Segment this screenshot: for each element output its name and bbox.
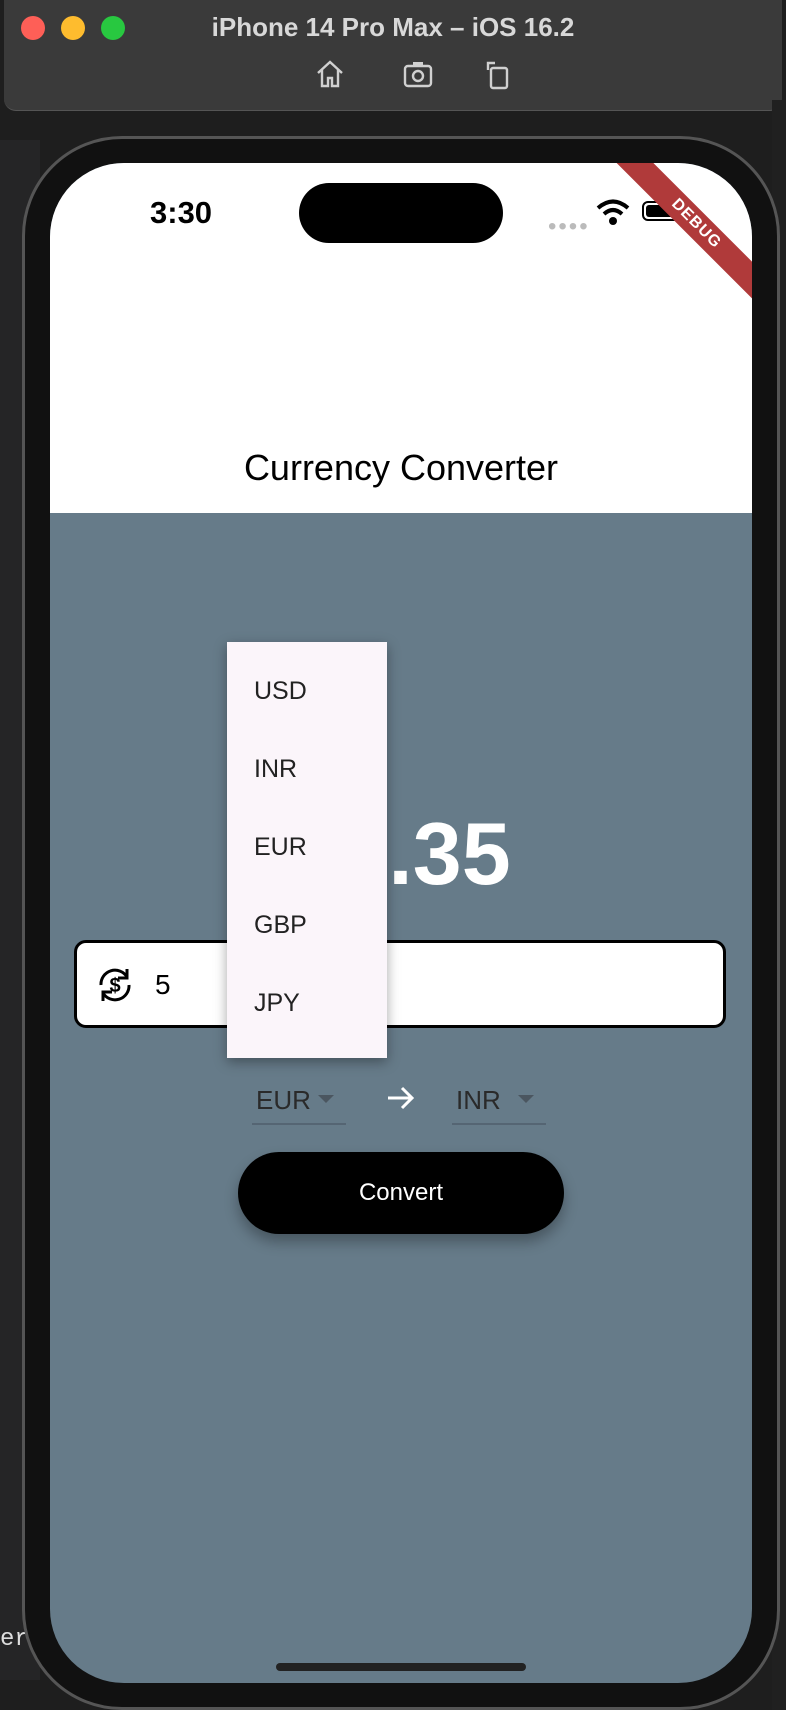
home-indicator[interactable] bbox=[276, 1663, 526, 1671]
cellular-signal-icon: •••• bbox=[548, 213, 590, 240]
dropdown-option-gbp[interactable]: GBP bbox=[254, 886, 307, 964]
dropdown-option-jpy[interactable]: JPY bbox=[254, 964, 300, 1042]
chevron-down-icon bbox=[518, 1095, 534, 1103]
from-currency-label: EUR bbox=[256, 1085, 311, 1115]
arrow-right-icon bbox=[384, 1081, 418, 1115]
window-title: iPhone 14 Pro Max – iOS 16.2 bbox=[211, 12, 575, 42]
page-title: Currency Converter bbox=[243, 447, 559, 488]
currency-dropdown-menu: USD INR EUR GBP JPY bbox=[227, 642, 387, 1058]
amount-value: 5 bbox=[155, 969, 171, 1000]
dropdown-option-usd[interactable]: USD bbox=[254, 652, 307, 730]
phone-screen: 3:30 •••• Currency Converter DEBUG 0.35 bbox=[50, 163, 752, 1683]
dropdown-option-inr[interactable]: INR bbox=[254, 730, 297, 808]
chevron-down-icon bbox=[318, 1095, 334, 1103]
dynamic-island bbox=[299, 183, 503, 243]
home-icon[interactable] bbox=[314, 58, 346, 90]
to-currency-dropdown[interactable]: INR bbox=[452, 1081, 546, 1125]
screenshot-icon[interactable] bbox=[402, 58, 434, 90]
from-currency-dropdown[interactable]: EUR bbox=[252, 1081, 346, 1125]
rotate-icon[interactable] bbox=[482, 58, 514, 90]
currency-exchange-icon: $ bbox=[93, 963, 137, 1007]
status-time: 3:30 bbox=[150, 195, 213, 230]
simulator-titlebar: iPhone 14 Pro Max – iOS 16.2 bbox=[4, 0, 782, 111]
svg-text:$: $ bbox=[109, 975, 120, 997]
dropdown-option-eur[interactable]: EUR bbox=[254, 808, 307, 886]
app-bar: Currency Converter bbox=[50, 353, 752, 513]
to-currency-label: INR bbox=[456, 1085, 501, 1115]
wifi-icon bbox=[596, 197, 630, 227]
convert-button[interactable]: Convert bbox=[238, 1152, 564, 1234]
amount-input[interactable]: $ 5 bbox=[74, 940, 726, 1028]
